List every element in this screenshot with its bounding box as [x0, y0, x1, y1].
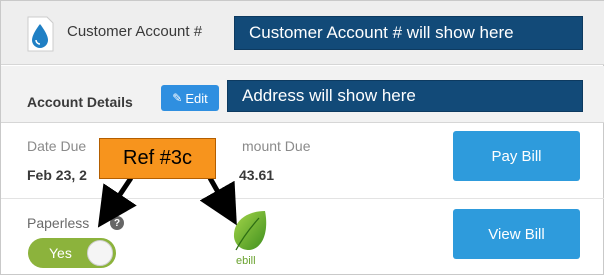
toggle-value: Yes [49, 245, 72, 261]
account-details-label: Account Details [27, 94, 133, 110]
paperless-toggle[interactable]: Yes [28, 238, 116, 268]
water-drop-icon [27, 16, 54, 52]
edit-button-label: Edit [185, 90, 208, 106]
ebill-label: ebill [236, 255, 256, 267]
paperless-label: Paperless [27, 215, 90, 231]
view-bill-button[interactable]: View Bill [453, 209, 580, 259]
pencil-icon: ✎ [172, 91, 183, 105]
date-due-value: Feb 23, 2 [27, 167, 87, 183]
account-number-annotation: Customer Account # will show here [234, 16, 583, 50]
amount-due-label: mount Due [242, 138, 311, 154]
account-panel: Customer Account # Account Details ✎ Edi… [0, 0, 604, 275]
customer-account-label: Customer Account # [67, 23, 203, 40]
pay-bill-button[interactable]: Pay Bill [453, 131, 580, 181]
address-annotation: Address will show here [227, 80, 583, 112]
date-due-label: Date Due [27, 138, 87, 154]
amount-due-value: 43.61 [239, 167, 275, 183]
edit-button[interactable]: ✎ Edit [161, 85, 219, 111]
ref-annotation-label: Ref #3c [99, 138, 216, 179]
toggle-knob [87, 240, 113, 266]
leaf-icon [233, 211, 267, 251]
question-icon[interactable]: ? [110, 216, 124, 230]
